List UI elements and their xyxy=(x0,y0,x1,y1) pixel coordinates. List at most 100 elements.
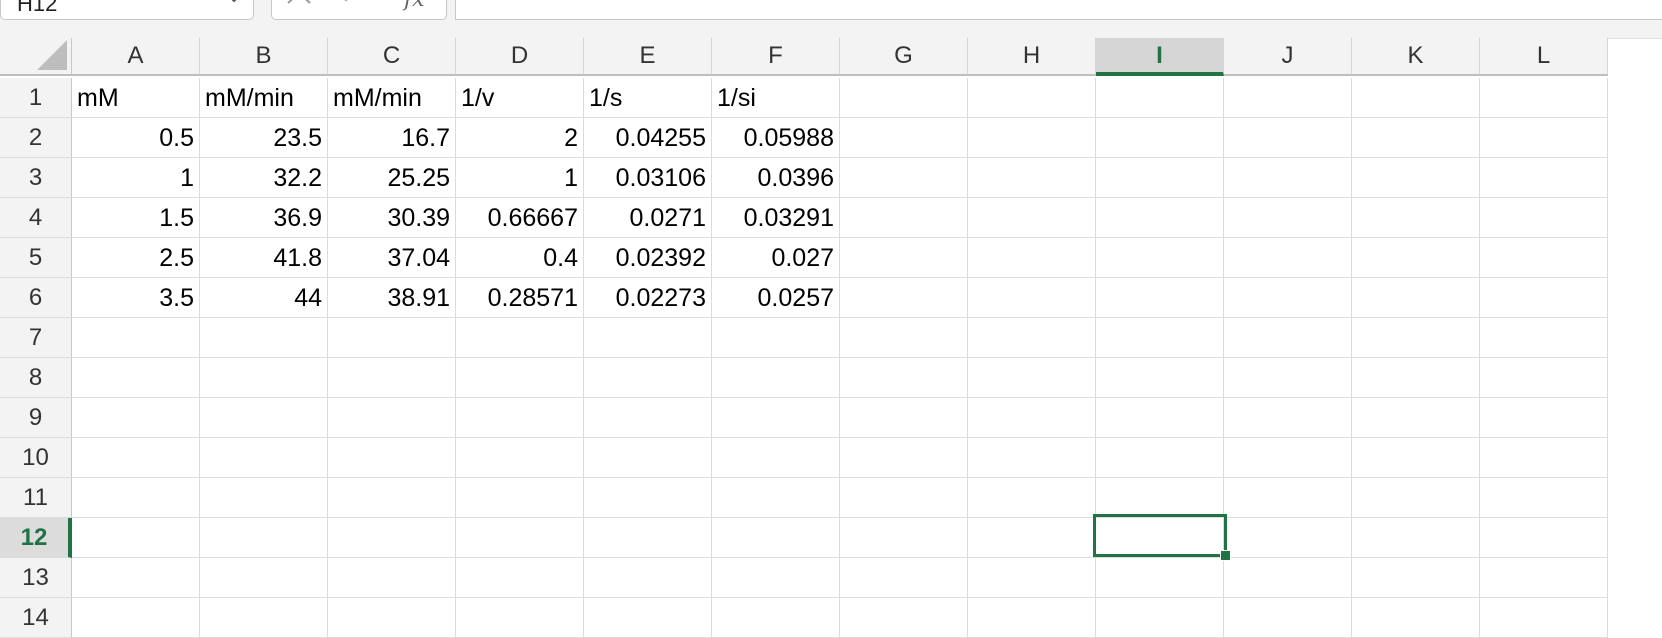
cell-f9[interactable] xyxy=(712,398,840,438)
cell-a6[interactable]: 3.5 xyxy=(72,278,200,318)
cell-c10[interactable] xyxy=(328,438,456,478)
cell-a1[interactable]: mM xyxy=(72,78,200,118)
cell-k10[interactable] xyxy=(1352,438,1480,478)
cell-a12[interactable] xyxy=(72,518,200,558)
cell-f10[interactable] xyxy=(712,438,840,478)
cell-i14[interactable] xyxy=(1096,598,1224,638)
cell-c1[interactable]: mM/min xyxy=(328,78,456,118)
cell-g13[interactable] xyxy=(840,558,968,598)
cell-e1[interactable]: 1/s xyxy=(584,78,712,118)
cell-c5[interactable]: 37.04 xyxy=(328,238,456,278)
cell-i11[interactable] xyxy=(1096,478,1224,518)
cell-a8[interactable] xyxy=(72,358,200,398)
cell-h7[interactable] xyxy=(968,318,1096,358)
column-header-c[interactable]: C xyxy=(328,38,456,76)
cell-i3[interactable] xyxy=(1096,158,1224,198)
cell-f8[interactable] xyxy=(712,358,840,398)
cell-j11[interactable] xyxy=(1224,478,1352,518)
cell-j4[interactable] xyxy=(1224,198,1352,238)
cell-j3[interactable] xyxy=(1224,158,1352,198)
cell-h5[interactable] xyxy=(968,238,1096,278)
cell-a14[interactable] xyxy=(72,598,200,638)
cell-d9[interactable] xyxy=(456,398,584,438)
cell-e3[interactable]: 0.03106 xyxy=(584,158,712,198)
cell-j7[interactable] xyxy=(1224,318,1352,358)
cell-l6[interactable] xyxy=(1480,278,1608,318)
cell-c14[interactable] xyxy=(328,598,456,638)
cell-h13[interactable] xyxy=(968,558,1096,598)
cell-d11[interactable] xyxy=(456,478,584,518)
cell-h8[interactable] xyxy=(968,358,1096,398)
cell-h2[interactable] xyxy=(968,118,1096,158)
cell-g5[interactable] xyxy=(840,238,968,278)
cell-g8[interactable] xyxy=(840,358,968,398)
cell-i9[interactable] xyxy=(1096,398,1224,438)
cell-c7[interactable] xyxy=(328,318,456,358)
cell-l5[interactable] xyxy=(1480,238,1608,278)
cell-a13[interactable] xyxy=(72,558,200,598)
cell-k6[interactable] xyxy=(1352,278,1480,318)
cell-d10[interactable] xyxy=(456,438,584,478)
cell-c4[interactable]: 30.39 xyxy=(328,198,456,238)
cell-k8[interactable] xyxy=(1352,358,1480,398)
cell-c2[interactable]: 16.7 xyxy=(328,118,456,158)
cell-b6[interactable]: 44 xyxy=(200,278,328,318)
row-header-13[interactable]: 13 xyxy=(0,558,72,598)
cell-j14[interactable] xyxy=(1224,598,1352,638)
row-header-2[interactable]: 2 xyxy=(0,118,72,158)
cell-e12[interactable] xyxy=(584,518,712,558)
row-header-1[interactable]: 1 xyxy=(0,78,72,118)
cell-a11[interactable] xyxy=(72,478,200,518)
cell-e14[interactable] xyxy=(584,598,712,638)
cell-i7[interactable] xyxy=(1096,318,1224,358)
column-header-j[interactable]: J xyxy=(1224,38,1352,76)
cell-b4[interactable]: 36.9 xyxy=(200,198,328,238)
cell-k5[interactable] xyxy=(1352,238,1480,278)
cell-c3[interactable]: 25.25 xyxy=(328,158,456,198)
cell-e13[interactable] xyxy=(584,558,712,598)
row-header-5[interactable]: 5 xyxy=(0,238,72,278)
fill-handle[interactable] xyxy=(1220,550,1231,561)
cell-b3[interactable]: 32.2 xyxy=(200,158,328,198)
row-header-9[interactable]: 9 xyxy=(0,398,72,438)
cell-e7[interactable] xyxy=(584,318,712,358)
cell-c12[interactable] xyxy=(328,518,456,558)
cell-i8[interactable] xyxy=(1096,358,1224,398)
cell-b11[interactable] xyxy=(200,478,328,518)
cell-g14[interactable] xyxy=(840,598,968,638)
cell-e8[interactable] xyxy=(584,358,712,398)
row-header-14[interactable]: 14 xyxy=(0,598,72,638)
cell-j13[interactable] xyxy=(1224,558,1352,598)
cell-i5[interactable] xyxy=(1096,238,1224,278)
cell-h1[interactable] xyxy=(968,78,1096,118)
row-header-7[interactable]: 7 xyxy=(0,318,72,358)
cell-l4[interactable] xyxy=(1480,198,1608,238)
cell-k3[interactable] xyxy=(1352,158,1480,198)
cell-f5[interactable]: 0.027 xyxy=(712,238,840,278)
column-header-i[interactable]: I xyxy=(1096,38,1224,76)
row-header-6[interactable]: 6 xyxy=(0,278,72,318)
cell-l10[interactable] xyxy=(1480,438,1608,478)
cell-k7[interactable] xyxy=(1352,318,1480,358)
cell-i12[interactable] xyxy=(1096,518,1224,558)
cell-f11[interactable] xyxy=(712,478,840,518)
cell-g12[interactable] xyxy=(840,518,968,558)
cell-b1[interactable]: mM/min xyxy=(200,78,328,118)
cell-d7[interactable] xyxy=(456,318,584,358)
cell-b8[interactable] xyxy=(200,358,328,398)
cell-j10[interactable] xyxy=(1224,438,1352,478)
cell-d14[interactable] xyxy=(456,598,584,638)
cell-j5[interactable] xyxy=(1224,238,1352,278)
cell-j9[interactable] xyxy=(1224,398,1352,438)
cell-f7[interactable] xyxy=(712,318,840,358)
cell-j1[interactable] xyxy=(1224,78,1352,118)
cell-c11[interactable] xyxy=(328,478,456,518)
cell-f6[interactable]: 0.0257 xyxy=(712,278,840,318)
cell-f2[interactable]: 0.05988 xyxy=(712,118,840,158)
cell-l1[interactable] xyxy=(1480,78,1608,118)
cell-k2[interactable] xyxy=(1352,118,1480,158)
cell-e2[interactable]: 0.04255 xyxy=(584,118,712,158)
select-all-button[interactable] xyxy=(0,38,72,76)
cell-d12[interactable] xyxy=(456,518,584,558)
cell-f1[interactable]: 1/si xyxy=(712,78,840,118)
